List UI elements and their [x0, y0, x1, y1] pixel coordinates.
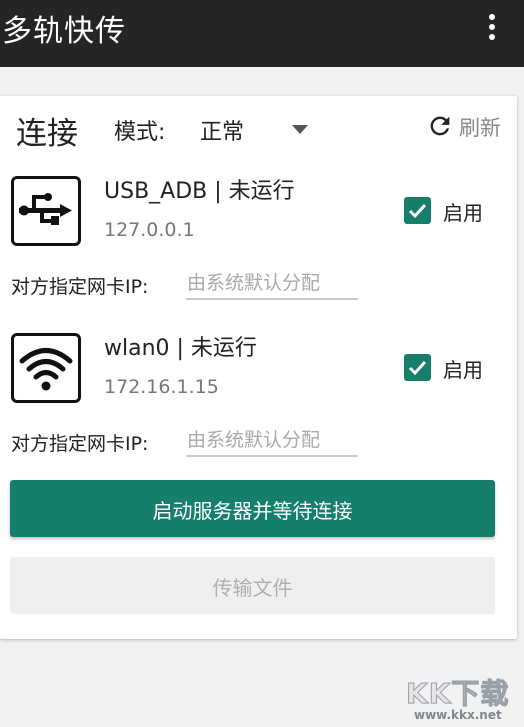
- watermark-logo-text: KK下载: [405, 677, 510, 711]
- refresh-button[interactable]: 刷新: [426, 110, 506, 142]
- enable-checkbox-usb[interactable]: 启用: [404, 194, 504, 226]
- mode-dropdown-value: 正常: [200, 120, 245, 145]
- checkbox-checked-icon: [404, 354, 431, 381]
- mode-dropdown[interactable]: 正常: [200, 108, 315, 146]
- interface-name: wlan0 | 未运行: [104, 336, 257, 361]
- interface-name: USB_ADB | 未运行: [104, 179, 295, 204]
- peer-ip-placeholder: 由系统默认分配: [187, 272, 321, 294]
- watermark-logo: KK下载 www.kkx.net: [405, 672, 518, 724]
- watermark-url: www.kkx.net: [414, 708, 502, 722]
- refresh-icon: [430, 116, 450, 136]
- transfer-files-label: 传输文件: [212, 576, 293, 600]
- peer-ip-label: 对方指定网卡IP:: [11, 433, 149, 455]
- connection-card: 连接 模式: 正常 刷新 USB_ADB | 未运行 127.0.0.1 启用: [0, 96, 517, 639]
- mode-label: 模式:: [114, 120, 166, 145]
- section-title: 连接: [16, 116, 78, 152]
- peer-ip-input-usb[interactable]: 由系统默认分配: [186, 266, 358, 300]
- transfer-files-button: 传输文件: [10, 557, 495, 614]
- enable-label: 启用: [443, 201, 483, 225]
- usb-icon: [11, 176, 81, 246]
- peer-ip-label: 对方指定网卡IP:: [11, 276, 149, 298]
- peer-ip-placeholder: 由系统默认分配: [187, 429, 321, 451]
- checkbox-checked-icon: [404, 197, 431, 224]
- dropdown-arrow-icon: [292, 125, 308, 134]
- start-server-label: 启动服务器并等待连接: [152, 499, 353, 523]
- app-title: 多轨快传: [2, 14, 126, 49]
- start-server-button[interactable]: 启动服务器并等待连接: [10, 480, 495, 537]
- more-vertical-icon[interactable]: [482, 12, 502, 42]
- refresh-label: 刷新: [459, 116, 501, 140]
- enable-label: 启用: [443, 358, 483, 382]
- enable-checkbox-wlan[interactable]: 启用: [404, 351, 504, 383]
- interface-ip: 127.0.0.1: [104, 219, 195, 241]
- app-bar: 多轨快传: [0, 0, 524, 67]
- wifi-icon: [11, 333, 81, 403]
- interface-ip: 172.16.1.15: [104, 376, 219, 398]
- peer-ip-input-wlan[interactable]: 由系统默认分配: [186, 423, 358, 457]
